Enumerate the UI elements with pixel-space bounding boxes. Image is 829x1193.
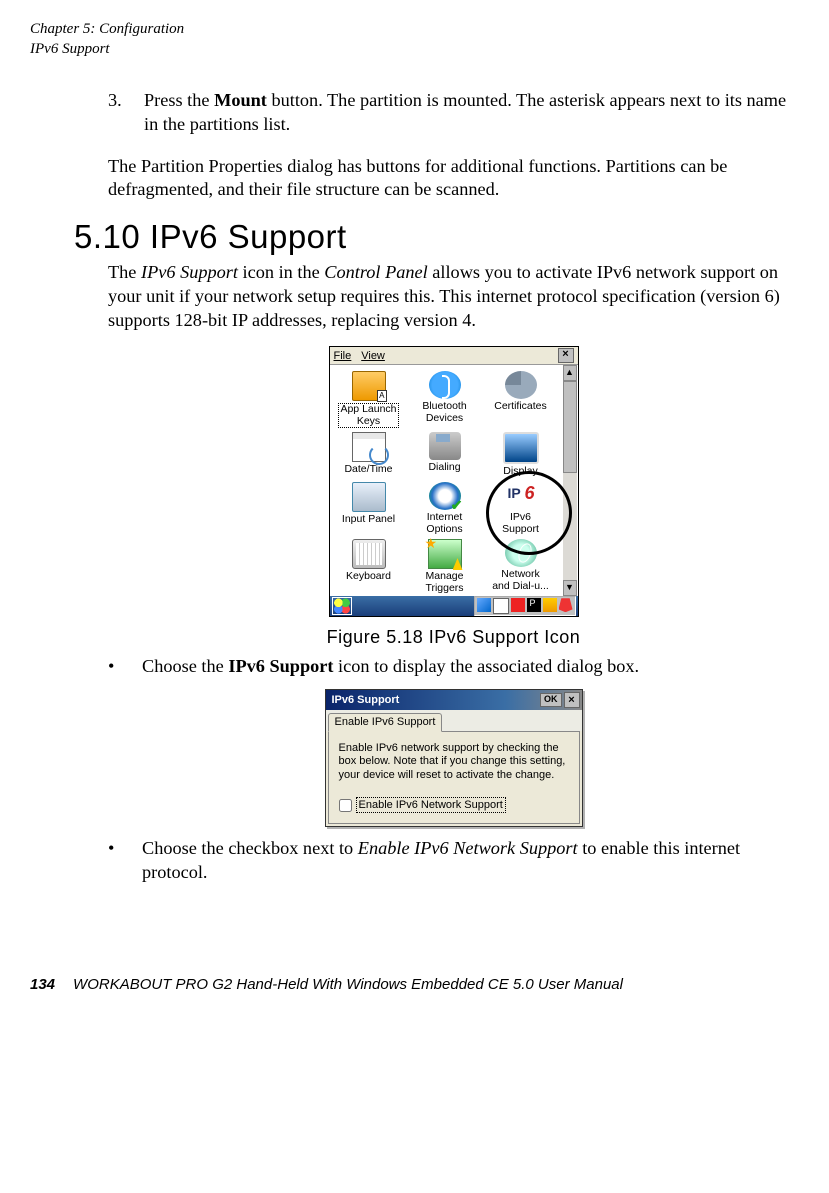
step-3: 3. Press the Mount button. The partition… <box>108 89 799 137</box>
dialog-tabstrip: Enable IPv6 Support <box>326 710 582 730</box>
figure-control-panel: File View × App Launch Keys Bluetooth De… <box>108 346 799 622</box>
text-bold: IPv6 Support <box>228 656 333 676</box>
icon-label: Certificates <box>484 401 558 413</box>
icon-manage-triggers[interactable]: Manage Triggers <box>408 537 482 594</box>
ipv6-support-dialog: IPv6 Support OK × Enable IPv6 Support En… <box>325 689 583 827</box>
icon-dialing[interactable]: Dialing <box>408 430 482 478</box>
page-footer: 134 WORKABOUT PRO G2 Hand-Held With Wind… <box>30 975 799 995</box>
keyboard-icon <box>352 539 386 569</box>
close-icon[interactable]: × <box>564 692 580 708</box>
icon-label: Display <box>484 466 558 478</box>
ok-button[interactable]: OK <box>540 693 562 707</box>
figure-5-18-caption: Figure 5.18 IPv6 Support Icon <box>108 626 799 649</box>
scroll-thumb[interactable] <box>563 381 577 473</box>
header-section: IPv6 Support <box>30 40 799 60</box>
icon-label: Network and Dial-u... <box>484 569 558 592</box>
display-icon <box>503 432 539 464</box>
icon-ipv6-support[interactable]: IPv6 Support <box>484 480 558 535</box>
enable-ipv6-checkbox-row[interactable]: Enable IPv6 Network Support <box>339 797 569 813</box>
enable-ipv6-checkbox[interactable] <box>339 799 352 812</box>
input-panel-icon <box>352 482 386 512</box>
header-chapter: Chapter 5: Configuration <box>30 20 799 40</box>
text: The <box>108 262 141 282</box>
calendar-clock-icon <box>352 432 386 462</box>
icon-network-dialup[interactable]: Network and Dial-u... <box>484 537 558 594</box>
mount-bold: Mount <box>214 90 267 110</box>
icon-label: Internet Options <box>408 512 482 535</box>
text: icon to display the associated dialog bo… <box>333 656 639 676</box>
icon-display[interactable]: Display <box>484 430 558 478</box>
tray-icon[interactable] <box>477 598 491 612</box>
step-text: Press the Mount button. The partition is… <box>144 89 799 137</box>
start-button-icon[interactable] <box>332 597 352 615</box>
icon-label: Keyboard <box>332 571 406 583</box>
tray-icon[interactable] <box>527 598 541 612</box>
dialog-description: Enable IPv6 network support by checking … <box>339 742 569 783</box>
scrollbar[interactable]: ▲ ▼ <box>563 365 577 596</box>
step-number: 3. <box>108 89 144 137</box>
page-number: 134 <box>30 975 55 995</box>
icon-label: Manage Triggers <box>408 571 482 594</box>
bullet-marker: • <box>108 837 142 885</box>
icon-date-time[interactable]: Date/Time <box>332 430 406 478</box>
menubar[interactable]: File View × <box>330 347 578 365</box>
text: Choose the checkbox next to <box>142 838 358 858</box>
certificate-icon <box>505 371 537 399</box>
scroll-up-icon[interactable]: ▲ <box>563 365 577 381</box>
bluetooth-icon <box>429 371 461 399</box>
control-panel-window: File View × App Launch Keys Bluetooth De… <box>329 346 579 617</box>
dialog-title: IPv6 Support <box>332 693 541 707</box>
bullet-choose-checkbox: • Choose the checkbox next to Enable IPv… <box>108 837 799 885</box>
icon-app-launch-keys[interactable]: App Launch Keys <box>332 369 406 428</box>
icon-certificates[interactable]: Certificates <box>484 369 558 428</box>
book-title: WORKABOUT PRO G2 Hand-Held With Windows … <box>73 975 623 995</box>
tray-pen-icon[interactable] <box>559 598 573 612</box>
menu-view[interactable]: View <box>361 349 385 363</box>
tray-icon[interactable] <box>493 598 509 614</box>
icon-bluetooth-devices[interactable]: Bluetooth Devices <box>408 369 482 428</box>
icon-label: Input Panel <box>332 514 406 526</box>
icon-input-panel[interactable]: Input Panel <box>332 480 406 535</box>
partition-paragraph: The Partition Properties dialog has butt… <box>108 155 799 203</box>
tray-icon[interactable] <box>511 598 525 612</box>
ipv6-intro-paragraph: The IPv6 Support icon in the Control Pan… <box>108 261 799 332</box>
system-tray[interactable] <box>474 596 576 616</box>
ipv6-icon <box>505 482 537 510</box>
taskbar[interactable] <box>330 596 578 616</box>
icon-label: Dialing <box>408 462 482 474</box>
menu-file[interactable]: File <box>334 349 352 363</box>
bullet-choose-ipv6-icon: • Choose the IPv6 Support icon to displa… <box>108 655 799 679</box>
bullet-marker: • <box>108 655 142 679</box>
text: Choose the <box>142 656 228 676</box>
network-globe-icon <box>505 539 537 567</box>
phone-icon <box>429 432 461 460</box>
triggers-icon <box>428 539 462 569</box>
icon-label: Date/Time <box>332 464 406 476</box>
icon-internet-options[interactable]: Internet Options <box>408 480 482 535</box>
scroll-track[interactable] <box>563 473 577 580</box>
icon-label: Bluetooth Devices <box>408 401 482 424</box>
text-italic: IPv6 Support <box>141 262 243 282</box>
icon-label: App Launch Keys <box>338 403 398 428</box>
bullet-text: Choose the IPv6 Support icon to display … <box>142 655 639 679</box>
text: icon in the <box>243 262 325 282</box>
icon-label: IPv6 Support <box>484 512 558 535</box>
text: Press the <box>144 90 214 110</box>
enable-ipv6-checkbox-label[interactable]: Enable IPv6 Network Support <box>356 797 506 813</box>
tab-enable-ipv6[interactable]: Enable IPv6 Support <box>328 713 443 731</box>
dialog-titlebar[interactable]: IPv6 Support OK × <box>326 690 582 710</box>
text-italic: Enable IPv6 Network Support <box>358 838 578 858</box>
text-italic: Control Panel <box>324 262 427 282</box>
bullet-text: Choose the checkbox next to Enable IPv6 … <box>142 837 799 885</box>
tray-icon[interactable] <box>543 598 557 612</box>
folder-icon <box>352 371 386 401</box>
globe-check-icon <box>429 482 461 510</box>
icon-keyboard[interactable]: Keyboard <box>332 537 406 594</box>
figure-ipv6-dialog: IPv6 Support OK × Enable IPv6 Support En… <box>108 689 799 827</box>
close-icon[interactable]: × <box>558 348 574 363</box>
dialog-body: Enable IPv6 network support by checking … <box>328 731 580 825</box>
scroll-down-icon[interactable]: ▼ <box>563 580 577 596</box>
section-5-10-heading: 5.10 IPv6 Support <box>74 216 799 259</box>
